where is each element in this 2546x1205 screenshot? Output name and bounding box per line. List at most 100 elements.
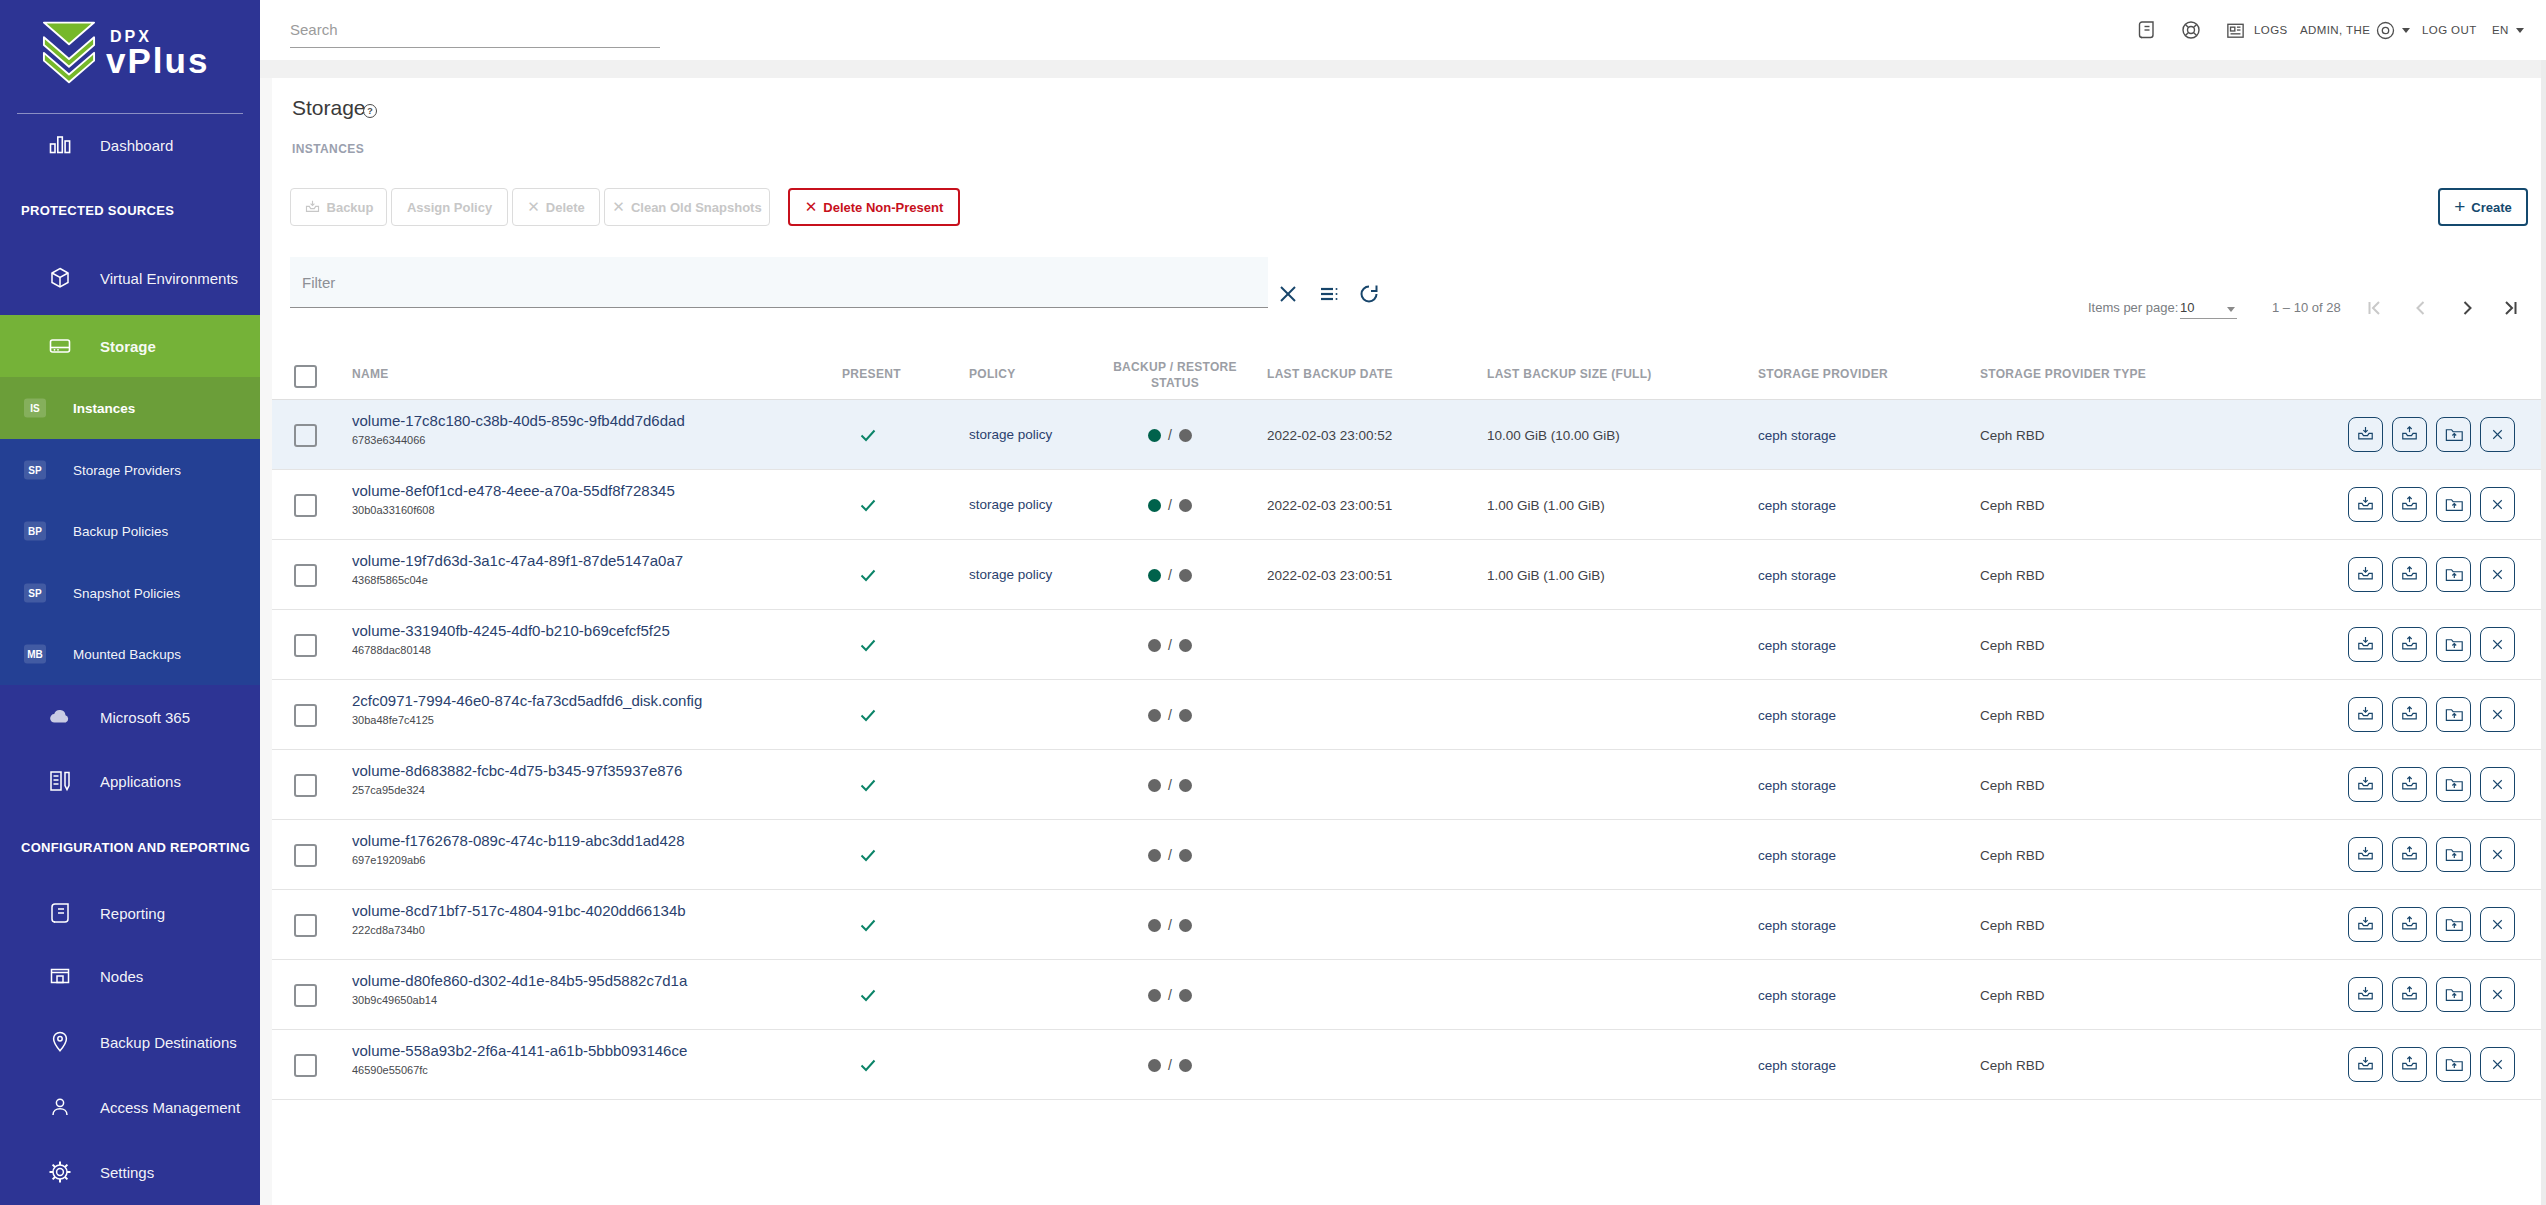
row-checkbox[interactable] — [294, 424, 317, 447]
restore-action-button[interactable] — [2392, 837, 2427, 872]
restore-action-button[interactable] — [2392, 907, 2427, 942]
delete-action-button[interactable] — [2480, 697, 2515, 732]
backup-action-button[interactable] — [2348, 627, 2383, 662]
instance-name-link[interactable]: volume-d80fe860-d302-4d1e-84b5-95d5882c7… — [352, 972, 687, 989]
column-header-last-backup-date[interactable]: LAST BACKUP DATE — [1267, 367, 1393, 381]
backup-action-button[interactable] — [2348, 487, 2383, 522]
page-size-select[interactable]: 10 — [2180, 300, 2237, 319]
instance-name-link[interactable]: volume-8d683882-fcbc-4d75-b345-97f35937e… — [352, 762, 682, 779]
row-checkbox[interactable] — [294, 774, 317, 797]
restore-action-button[interactable] — [2392, 557, 2427, 592]
mount-action-button[interactable] — [2436, 627, 2471, 662]
select-all-checkbox[interactable] — [294, 365, 317, 388]
title-help-icon[interactable]: ? — [363, 104, 377, 118]
storage-provider-link[interactable]: ceph storage — [1758, 918, 1836, 933]
report-icon[interactable] — [2135, 19, 2157, 41]
storage-provider-link[interactable]: ceph storage — [1758, 988, 1836, 1003]
filter-list-icon[interactable] — [1318, 283, 1340, 305]
language-menu[interactable]: EN — [2492, 0, 2524, 60]
sidebar-subitem-instances[interactable]: IS Instances — [0, 377, 260, 439]
storage-provider-link[interactable]: ceph storage — [1758, 848, 1836, 863]
delete-action-button[interactable] — [2480, 767, 2515, 802]
backup-action-button[interactable] — [2348, 697, 2383, 732]
delete-action-button[interactable] — [2480, 907, 2515, 942]
backup-action-button[interactable] — [2348, 767, 2383, 802]
sidebar-item-dashboard[interactable]: Dashboard — [0, 114, 260, 176]
help-icon[interactable] — [2180, 19, 2202, 41]
row-checkbox[interactable] — [294, 634, 317, 657]
column-header-present[interactable]: PRESENT — [842, 367, 901, 381]
restore-action-button[interactable] — [2392, 627, 2427, 662]
row-checkbox[interactable] — [294, 984, 317, 1007]
mount-action-button[interactable] — [2436, 557, 2471, 592]
filter-input[interactable] — [290, 257, 1268, 307]
delete-action-button[interactable] — [2480, 1047, 2515, 1082]
delete-action-button[interactable] — [2480, 557, 2515, 592]
restore-action-button[interactable] — [2392, 417, 2427, 452]
delete-action-button[interactable] — [2480, 417, 2515, 452]
backup-button[interactable]: Backup — [290, 188, 387, 226]
column-header-last-backup-size[interactable]: LAST BACKUP SIZE (FULL) — [1487, 367, 1652, 381]
storage-provider-link[interactable]: ceph storage — [1758, 568, 1836, 583]
clean-old-snapshots-button[interactable]: ✕ Clean Old Snapshots — [604, 188, 770, 226]
mount-action-button[interactable] — [2436, 487, 2471, 522]
row-checkbox[interactable] — [294, 1054, 317, 1077]
sidebar-item-access-management[interactable]: Access Management — [0, 1076, 260, 1138]
storage-provider-link[interactable]: ceph storage — [1758, 1058, 1836, 1073]
delete-button[interactable]: ✕ Delete — [512, 188, 600, 226]
row-checkbox[interactable] — [294, 704, 317, 727]
sidebar-item-storage[interactable]: Storage — [0, 315, 260, 377]
clear-filter-icon[interactable] — [1277, 283, 1299, 305]
restore-action-button[interactable] — [2392, 767, 2427, 802]
mount-action-button[interactable] — [2436, 977, 2471, 1012]
row-checkbox[interactable] — [294, 844, 317, 867]
backup-action-button[interactable] — [2348, 837, 2383, 872]
sidebar-item-reporting[interactable]: Reporting — [0, 882, 260, 944]
backup-action-button[interactable] — [2348, 557, 2383, 592]
delete-action-button[interactable] — [2480, 487, 2515, 522]
storage-provider-link[interactable]: ceph storage — [1758, 708, 1836, 723]
restore-action-button[interactable] — [2392, 1047, 2427, 1082]
sidebar-subitem-snapshot-policies[interactable]: SP Snapshot Policies — [0, 562, 260, 623]
row-checkbox[interactable] — [294, 914, 317, 937]
instance-name-link[interactable]: volume-19f7d63d-3a1c-47a4-89f1-87de5147a… — [352, 552, 683, 569]
sidebar-subitem-mounted-backups[interactable]: MB Mounted Backups — [0, 624, 260, 685]
assign-policy-button[interactable]: Assign Policy — [391, 188, 508, 226]
create-button[interactable]: + Create — [2438, 188, 2528, 226]
mount-action-button[interactable] — [2436, 907, 2471, 942]
next-page-icon[interactable] — [2457, 298, 2477, 318]
instance-name-link[interactable]: 2cfc0971-7994-46e0-874c-fa73cd5adfd6_dis… — [352, 692, 702, 709]
sidebar-item-microsoft-365[interactable]: Microsoft 365 — [0, 686, 260, 748]
instance-name-link[interactable]: volume-f1762678-089c-474c-b119-abc3dd1ad… — [352, 832, 684, 849]
scrollbar-strip[interactable] — [2541, 60, 2546, 1205]
logout-button[interactable]: LOG OUT — [2422, 0, 2477, 60]
first-page-icon[interactable] — [2365, 298, 2385, 318]
mount-action-button[interactable] — [2436, 1047, 2471, 1082]
refresh-icon[interactable] — [1358, 283, 1380, 305]
instance-name-link[interactable]: volume-331940fb-4245-4df0-b210-b69cefcf5… — [352, 622, 670, 639]
sidebar-item-nodes[interactable]: Nodes — [0, 945, 260, 1007]
column-header-status[interactable]: BACKUP / RESTORE STATUS — [1105, 359, 1245, 391]
sidebar-item-virtual-environments[interactable]: Virtual Environments — [0, 247, 260, 309]
policy-link[interactable]: storage policy — [969, 497, 1052, 512]
mount-action-button[interactable] — [2436, 767, 2471, 802]
column-header-storage-provider-type[interactable]: STORAGE PROVIDER TYPE — [1980, 367, 2146, 381]
row-checkbox[interactable] — [294, 494, 317, 517]
mount-action-button[interactable] — [2436, 837, 2471, 872]
column-header-name[interactable]: NAME — [352, 367, 389, 381]
policy-link[interactable]: storage policy — [969, 567, 1052, 582]
restore-action-button[interactable] — [2392, 977, 2427, 1012]
backup-action-button[interactable] — [2348, 417, 2383, 452]
storage-provider-link[interactable]: ceph storage — [1758, 498, 1836, 513]
backup-action-button[interactable] — [2348, 977, 2383, 1012]
row-checkbox[interactable] — [294, 564, 317, 587]
delete-action-button[interactable] — [2480, 977, 2515, 1012]
column-header-storage-provider[interactable]: STORAGE PROVIDER — [1758, 367, 1888, 381]
last-page-icon[interactable] — [2500, 298, 2520, 318]
mount-action-button[interactable] — [2436, 417, 2471, 452]
sidebar-item-backup-destinations[interactable]: Backup Destinations — [0, 1011, 260, 1073]
delete-action-button[interactable] — [2480, 627, 2515, 662]
sidebar-subitem-backup-policies[interactable]: BP Backup Policies — [0, 501, 260, 562]
backup-action-button[interactable] — [2348, 907, 2383, 942]
storage-provider-link[interactable]: ceph storage — [1758, 638, 1836, 653]
